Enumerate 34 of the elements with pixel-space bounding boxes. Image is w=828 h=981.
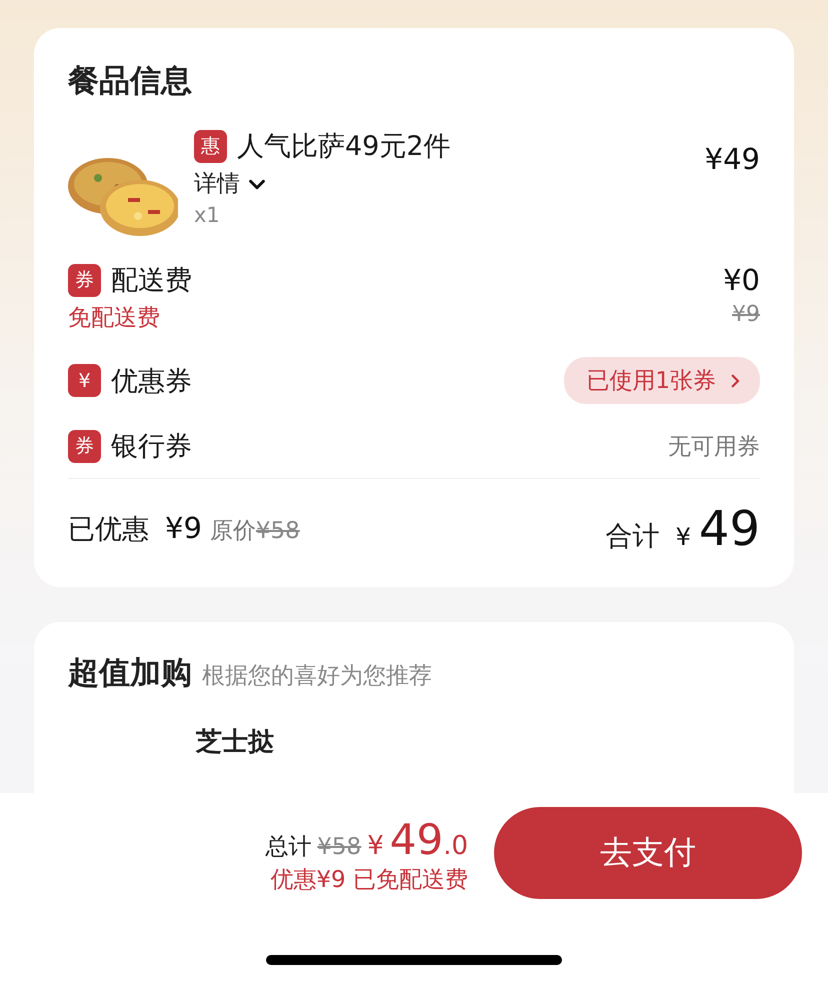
discount-note: 优惠¥9 已免配送费 (270, 866, 468, 895)
saved-label: 已优惠 (68, 513, 149, 547)
coupon-badge: 券 (68, 430, 101, 462)
original-price-label: 原价 (210, 517, 256, 546)
total-label: 合计 (606, 520, 660, 554)
row-label: 银行券 (111, 430, 192, 464)
fee-value: ¥0 (723, 263, 760, 297)
pay-button[interactable]: 去支付 (494, 807, 802, 899)
original-price: ¥58 (317, 834, 362, 860)
row-label: 优惠券 (111, 364, 192, 398)
total-amount: 49 (698, 501, 760, 557)
coupon-used-button[interactable]: 已使用1张券 (564, 357, 760, 404)
coupon-badge: ¥ (68, 364, 101, 397)
payable-decimals: .0 (443, 831, 468, 861)
original-fee: ¥9 (732, 302, 760, 329)
saved-amount: ¥9 (165, 511, 202, 545)
payable-amount: 49 (390, 815, 444, 864)
row-value: 无可用券 (668, 432, 760, 462)
coupon-badge: 券 (68, 264, 101, 296)
item-price: ¥49 (704, 142, 760, 178)
total-label: 总计 (265, 833, 312, 862)
details-toggle[interactable]: 详情 (194, 168, 268, 199)
item-name: 人气比萨49元2件 (237, 130, 451, 164)
card-title: 餐品信息 (68, 63, 192, 99)
discount-badge: 惠 (194, 130, 227, 162)
fee-note: 免配送费 (68, 304, 160, 333)
card-title: 超值加购 (68, 655, 192, 691)
addon-item-name: 芝士挞 (196, 726, 275, 759)
currency-sign: ¥ (676, 523, 691, 551)
currency-sign: ¥ (367, 831, 384, 861)
row-label: 配送费 (111, 264, 192, 298)
card-subtitle: 根据您的喜好为您推荐 (202, 663, 432, 689)
original-price: ¥58 (256, 518, 300, 544)
item-quantity: x1 (194, 203, 221, 227)
